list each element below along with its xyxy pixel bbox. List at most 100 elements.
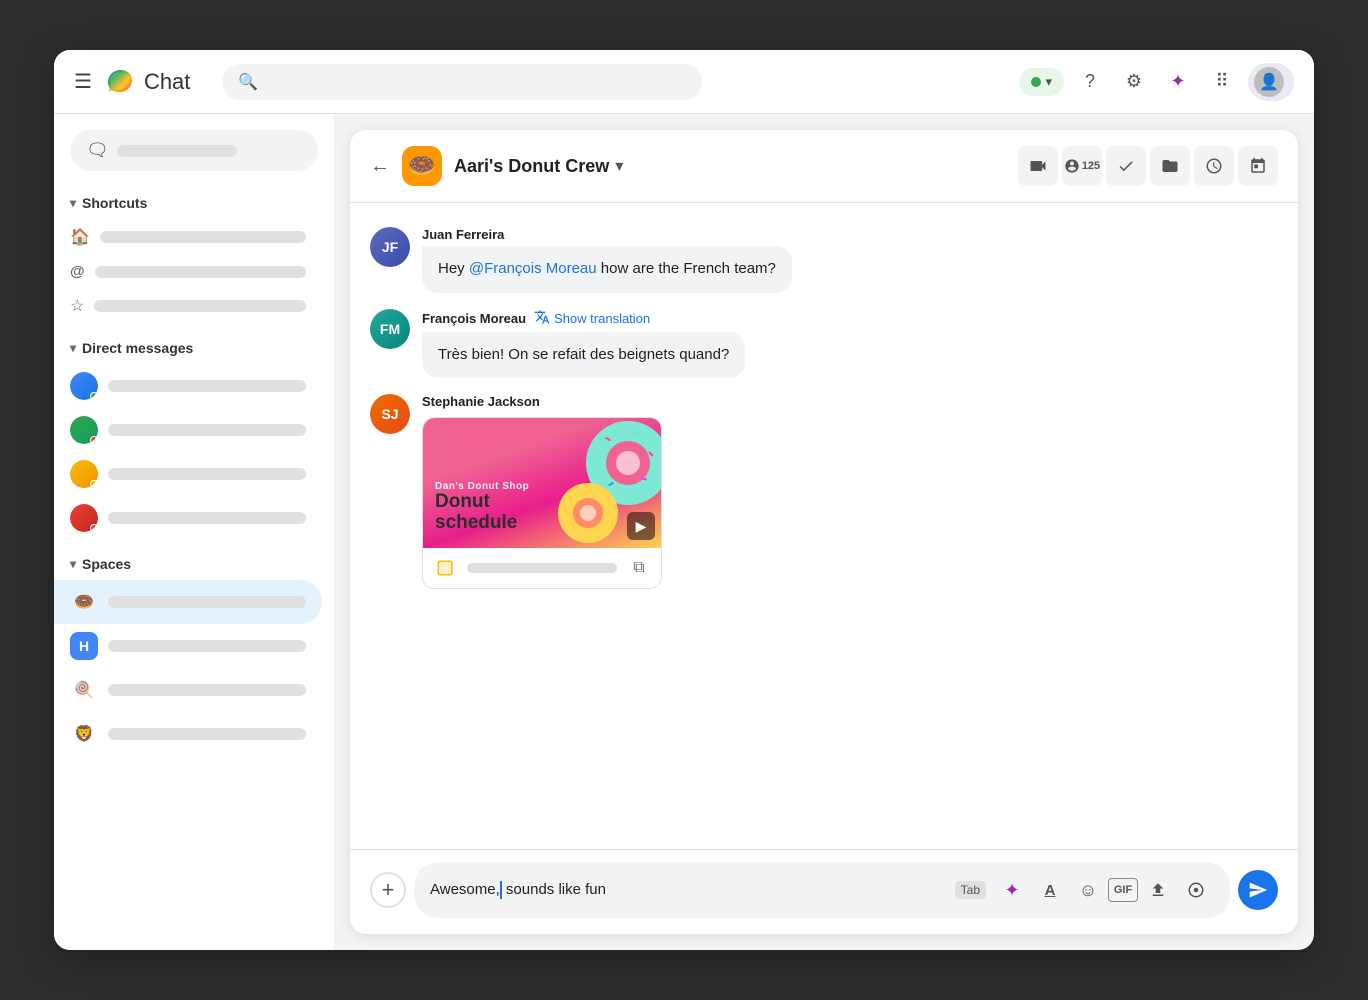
shortcuts-section-header[interactable]: ▾ Shortcuts [54,187,334,219]
space-emoji-lion: 🦁 [70,720,98,748]
dm-item-1[interactable] [54,364,322,408]
app-title: Chat [144,69,190,95]
chevron-down-icon: ▾ [1045,74,1052,90]
message-input-box[interactable]: Awesome, sounds like fun Tab ✦ A ☺ GIF [414,862,1230,918]
space-emoji-lollipop: 🍭 [70,676,98,704]
space-item-lion[interactable]: 🦁 [54,712,322,756]
video-call-button[interactable] [1018,146,1058,186]
status-yellow-indicator [90,480,98,488]
search-input-wrapper[interactable]: 🔍 [222,64,702,100]
top-bar: ☰ Chat [54,50,1314,114]
show-translation-button[interactable]: Show translation [534,309,650,328]
sidebar-item-starred[interactable]: ☆ [54,288,322,324]
files-button[interactable] [1150,146,1190,186]
sender-name-francois: François Moreau [422,311,526,326]
gif-button[interactable]: GIF [1108,878,1138,902]
card-copy-button[interactable]: ⧉ [625,554,653,582]
app-shell: ☰ Chat [54,50,1314,950]
back-button[interactable]: ← [370,155,390,178]
card-image-container: Dan's Donut Shop Donut schedule ▶ [423,418,662,548]
card-media-button[interactable]: ▶ [627,512,655,540]
upload-button[interactable] [1140,872,1176,908]
chat-header: ← 🍩 Aari's Donut Crew ▾ 125 [350,130,1298,203]
settings-button[interactable]: ⚙ [1116,64,1152,100]
chat-title: Aari's Donut Crew [454,156,609,177]
status-button[interactable]: ▾ [1019,68,1064,96]
input-text-before-cursor: Awesome, [430,881,500,898]
gemini-button[interactable]: ✦ [1160,64,1196,100]
space-item-lollipop[interactable]: 🍭 [54,668,322,712]
avatar-francois: FM [370,309,410,349]
send-button[interactable] [1238,870,1278,910]
chat-logo-icon [104,66,136,98]
grid-button[interactable]: ⠿ [1204,64,1240,100]
dm-avatar-2 [70,416,98,444]
new-chat-icon: 🗨 [86,140,109,161]
timer-button[interactable] [1194,146,1234,186]
francois-message-text: Très bien! On se refait des beignets qua… [438,346,729,363]
mention-francois[interactable]: @François Moreau [469,260,597,277]
status-green-indicator [90,392,98,400]
gemini-input-button[interactable]: ✦ [994,872,1030,908]
message-bubble-juan: Hey @François Moreau how are the French … [422,246,792,293]
status-red-indicator [90,436,98,444]
card-title: Donut schedule [435,492,529,534]
chat-window: ← 🍩 Aari's Donut Crew ▾ 125 [350,130,1298,934]
format-text-button[interactable]: A [1032,872,1068,908]
add-attachment-button[interactable]: + [370,872,406,908]
chat-title-chevron-icon[interactable]: ▾ [615,156,623,176]
dm-label: Direct messages [82,340,193,356]
avatar-juan: JF [370,227,410,267]
spaces-label: Spaces [82,556,131,572]
message-bubble-francois: Très bien! On se refait des beignets qua… [422,332,745,379]
dm-name-placeholder-3 [108,468,306,480]
sidebar-item-mentions[interactable]: @ [54,255,322,288]
search-input[interactable] [266,74,466,90]
card-attachment: Dan's Donut Shop Donut schedule ▶ [422,417,1278,589]
activity-button[interactable] [1178,872,1214,908]
dm-item-2[interactable] [54,408,322,452]
card-link-icon [431,554,459,582]
dm-item-3[interactable] [54,452,322,496]
mentions-count-button[interactable]: 125 [1062,146,1102,186]
home-label-placeholder [100,231,306,243]
show-translation-label: Show translation [554,311,650,326]
hamburger-icon[interactable]: ☰ [74,69,92,94]
sidebar-item-home[interactable]: 🏠 [54,219,322,255]
star-icon: ☆ [70,296,84,316]
space-item-h[interactable]: H [54,624,322,668]
dm-name-placeholder-1 [108,380,306,392]
card-preview[interactable]: Dan's Donut Shop Donut schedule ▶ [422,417,662,589]
tab-key-label: Tab [955,881,986,899]
sender-name-stephanie: Stephanie Jackson [422,394,540,409]
sender-stephanie: Stephanie Jackson [422,394,1278,409]
status-red-indicator-2 [90,524,98,532]
chat-messages: JF Juan Ferreira Hey @François Moreau ho… [350,203,1298,849]
user-avatar[interactable]: 👤 [1254,67,1284,97]
translate-icon [534,309,550,328]
search-bar: 🔍 [222,64,702,100]
card-title-line1: Donut [435,491,490,512]
spaces-section-header[interactable]: ▾ Spaces [54,548,334,580]
message-group-juan: JF Juan Ferreira Hey @François Moreau ho… [370,227,1278,293]
chat-avatar: 🍩 [402,146,442,186]
logo-area: Chat [104,66,190,98]
space-name-placeholder-3 [108,684,306,696]
dm-item-4[interactable] [54,496,322,540]
calendar-button[interactable] [1238,146,1278,186]
emoji-button[interactable]: ☺ [1070,872,1106,908]
dm-avatar-1 [70,372,98,400]
direct-messages-section-header[interactable]: ▾ Direct messages [54,332,334,364]
account-area[interactable]: 👤 [1248,63,1294,101]
new-chat-button[interactable]: 🗨 [70,130,318,171]
message-content-stephanie: Stephanie Jackson [422,394,1278,589]
space-item-donut[interactable]: 🍩 [54,580,322,624]
chat-title-area: Aari's Donut Crew ▾ [454,156,623,177]
dm-chevron-icon: ▾ [70,341,76,355]
input-text-after-cursor: sounds like fun [502,881,606,898]
search-icon: 🔍 [238,72,258,92]
shortcuts-chevron-icon: ▾ [70,196,76,210]
tasks-button[interactable] [1106,146,1146,186]
at-icon: @ [70,263,85,280]
help-button[interactable]: ? [1072,64,1108,100]
